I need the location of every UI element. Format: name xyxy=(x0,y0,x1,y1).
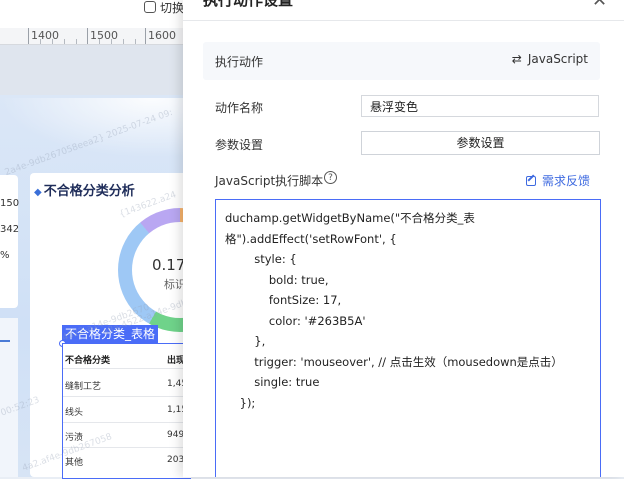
mode-switch[interactable]: ⇄ JavaScript xyxy=(512,52,588,66)
ruler-label: 1600 xyxy=(148,29,176,42)
canvas-decoration xyxy=(0,98,190,158)
table-header: 不合格分类 xyxy=(65,356,111,366)
canvas-margin xyxy=(0,45,190,95)
switch-icon xyxy=(144,1,156,13)
close-icon[interactable]: ✕ xyxy=(592,0,607,10)
kpi-value: % xyxy=(0,250,10,261)
switch-button[interactable]: 切换 xyxy=(144,0,185,15)
table-divider xyxy=(63,422,191,423)
ruler-minor-tick xyxy=(52,39,53,44)
kpi-card[interactable]: 150 342 % xyxy=(0,175,20,308)
table-divider xyxy=(63,368,191,369)
ruler-minor-tick xyxy=(123,39,124,44)
ruler-minor-tick xyxy=(40,39,41,44)
ruler-minor-tick xyxy=(111,39,112,44)
params-label: 参数设置 xyxy=(215,138,264,152)
table-cell: 缝制工艺 xyxy=(65,382,102,392)
params-settings-button[interactable]: 参数设置 xyxy=(361,131,600,155)
table-cell: 949 xyxy=(167,430,185,440)
table-row[interactable]: 线头 1,15 xyxy=(63,400,191,422)
table-row[interactable]: 缝制工艺 1,45 xyxy=(63,374,191,396)
swap-icon: ⇄ xyxy=(511,52,522,66)
action-settings-drawer: 执行动作设置 ✕ 执行动作 ⇄ JavaScript 动作名称 参数设置 参数设… xyxy=(183,0,624,477)
ruler-label: 1400 xyxy=(31,29,59,42)
ruler-minor-tick xyxy=(99,39,100,44)
section-label: 执行动作 xyxy=(215,55,264,69)
card-title-text: 不合格分类分析 xyxy=(43,184,135,199)
table-divider xyxy=(63,396,191,397)
table-cell: 线头 xyxy=(65,408,84,418)
bullet-icon: ◆ xyxy=(34,187,42,198)
ruler-minor-tick xyxy=(76,39,77,44)
ruler-minor-tick xyxy=(64,39,65,44)
table-cell: 203 xyxy=(167,455,185,465)
table-row[interactable]: 其他 203 xyxy=(63,450,191,472)
feedback-label: 需求反馈 xyxy=(542,174,591,188)
action-name-label: 动作名称 xyxy=(215,101,264,115)
edit-icon xyxy=(526,175,536,186)
donut-value: 0.17 xyxy=(152,256,186,274)
card-title: ◆ 不合格分类分析 xyxy=(34,180,135,199)
defect-table[interactable]: 不合格分类 出现 缝制工艺 1,45 线头 1,15 污渍 949 其他 203 xyxy=(62,343,191,479)
script-editor[interactable]: duchamp.getWidgetByName("不合格分类_表格").addE… xyxy=(215,199,601,477)
ruler-tick xyxy=(28,28,29,44)
script-label: JavaScript执行脚本 xyxy=(215,174,324,188)
drawer-title: 执行动作设置 xyxy=(203,0,294,9)
horizontal-ruler: 1400 1500 1600 xyxy=(0,28,190,45)
drawer-header: 执行动作设置 ✕ xyxy=(183,0,624,21)
mode-label: JavaScript xyxy=(527,52,588,66)
left-widget[interactable] xyxy=(0,318,18,477)
action-name-input[interactable] xyxy=(361,95,599,117)
switch-label: 切换 xyxy=(160,0,185,15)
ruler-label: 1500 xyxy=(90,29,118,42)
ruler-tick xyxy=(145,28,146,44)
ruler-tick xyxy=(87,28,88,44)
ruler-minor-tick xyxy=(135,39,136,44)
kpi-value: 342 xyxy=(0,224,20,235)
kpi-value: 150 xyxy=(0,198,20,209)
table-cell: 污渍 xyxy=(65,433,84,443)
accent-bar xyxy=(0,340,10,342)
action-type-section: 执行动作 ⇄ JavaScript xyxy=(203,42,600,80)
feedback-link[interactable]: 需求反馈 xyxy=(526,172,590,189)
help-icon[interactable]: ? xyxy=(324,171,337,184)
